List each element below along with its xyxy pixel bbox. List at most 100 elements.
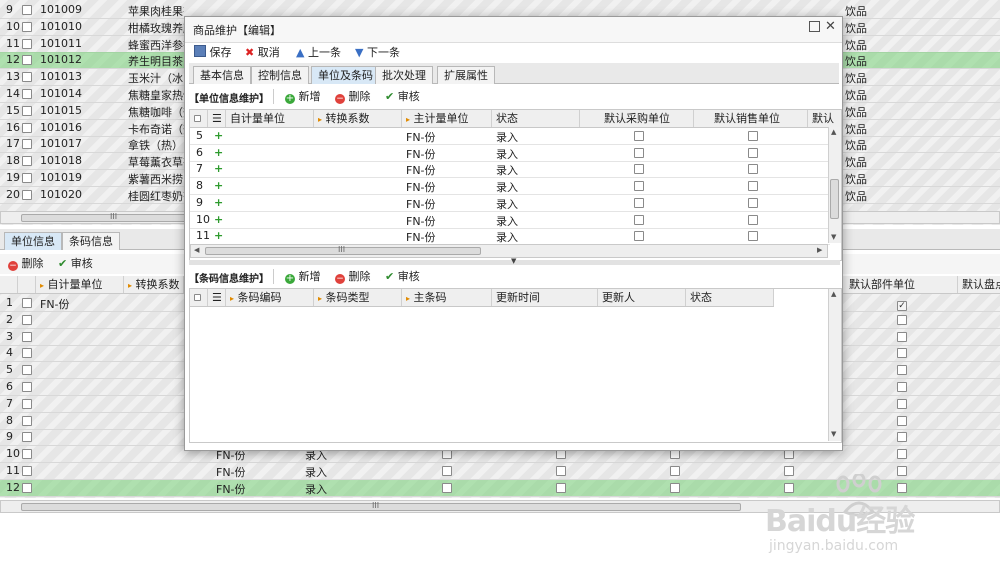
checkbox[interactable]	[897, 331, 907, 342]
unit-row[interactable]: 11 + FN-份 录入	[190, 228, 830, 246]
row-checkbox[interactable]	[22, 365, 32, 378]
barcode-delete-button[interactable]: − 删除	[335, 269, 371, 285]
row-checkbox[interactable]	[22, 398, 32, 412]
checkbox[interactable]	[22, 139, 32, 150]
unit-row[interactable]: 5 + FN-份 录入	[190, 128, 830, 145]
maximize-icon[interactable]	[809, 21, 820, 32]
cancel-button[interactable]: ✖ 取消	[245, 45, 280, 61]
header-checkbox[interactable]	[194, 115, 201, 122]
default-unit-checkbox[interactable]	[634, 214, 644, 228]
checkbox[interactable]	[442, 466, 452, 476]
checkbox[interactable]	[748, 131, 758, 141]
default-flag-checkbox[interactable]	[442, 482, 452, 496]
default-unit-checkbox[interactable]	[634, 197, 644, 211]
checkbox[interactable]	[748, 147, 758, 158]
default-flag-checkbox[interactable]	[556, 449, 566, 462]
default-part-unit-checkbox[interactable]	[897, 398, 907, 412]
header-checkbox[interactable]	[194, 294, 201, 301]
checkbox[interactable]	[897, 398, 907, 409]
row-checkbox[interactable]	[22, 415, 32, 429]
default-unit-checkbox[interactable]	[634, 181, 644, 194]
header-default-sales[interactable]: 默认销售单位	[694, 110, 808, 127]
next-record-button[interactable]: ▼ 下一条	[355, 45, 400, 61]
unit-grid-hscrollbar[interactable]: ◀ III ▶	[190, 244, 828, 258]
bottom-scroll-thumb[interactable]: III	[21, 501, 741, 511]
checkbox[interactable]	[897, 365, 907, 376]
default-flag-checkbox[interactable]	[670, 482, 680, 496]
header-default-part-unit[interactable]: 默认部件单位	[845, 276, 958, 293]
default-unit-checkbox[interactable]	[748, 131, 758, 144]
default-part-unit-checkbox[interactable]	[897, 382, 907, 395]
checkbox[interactable]	[784, 482, 794, 493]
checkbox[interactable]	[22, 331, 32, 342]
default-flag-checkbox[interactable]	[442, 466, 452, 479]
tab-unit-barcode[interactable]: 单位及条码	[311, 66, 380, 84]
checkbox[interactable]	[748, 181, 758, 192]
scroll-up-icon[interactable]: ▲	[831, 290, 836, 298]
background-scroll-thumb[interactable]: III	[21, 212, 211, 222]
unit-hscroll-thumb[interactable]: III	[205, 245, 481, 255]
header-default-inventory[interactable]: 默认盘点	[958, 276, 1000, 293]
checkbox[interactable]	[22, 415, 32, 426]
header-status[interactable]: 状态	[492, 110, 580, 127]
checkbox[interactable]	[897, 466, 907, 476]
unit-row[interactable]: 6 + FN-份 录入	[190, 145, 830, 162]
checkbox[interactable]	[22, 449, 32, 460]
checkbox[interactable]	[22, 89, 32, 99]
default-part-unit-checkbox[interactable]	[897, 466, 907, 479]
unit-row[interactable]: 9 + FN-份 录入	[190, 195, 830, 212]
row-checkbox[interactable]	[22, 89, 32, 102]
tab-unit-info[interactable]: 单位信息	[4, 232, 62, 250]
default-part-unit-checkbox[interactable]	[897, 298, 907, 311]
tab-batch-processing[interactable]: 批次处理	[375, 66, 433, 84]
checkbox[interactable]	[22, 38, 32, 49]
default-unit-checkbox[interactable]	[748, 164, 758, 177]
checkbox[interactable]	[22, 173, 32, 183]
section-splitter[interactable]: ▼	[189, 257, 840, 265]
checkbox[interactable]	[897, 314, 907, 325]
unit-delete-button[interactable]: − 删除	[335, 89, 371, 105]
default-unit-checkbox[interactable]	[748, 181, 758, 194]
header-updater[interactable]: 更新人	[598, 289, 686, 306]
header-barcode-type[interactable]: ▸ 条码类型	[314, 289, 402, 306]
unit-row[interactable]: 7 + FN-份 录入	[190, 161, 830, 179]
default-part-unit-checkbox[interactable]	[897, 432, 907, 445]
row-checkbox[interactable]	[22, 432, 32, 445]
checkbox[interactable]	[22, 55, 32, 66]
checkbox[interactable]	[556, 466, 566, 476]
row-checkbox[interactable]	[22, 38, 32, 52]
default-unit-checkbox[interactable]	[748, 197, 758, 211]
checkbox[interactable]	[748, 164, 758, 175]
checkbox[interactable]	[22, 122, 32, 133]
row-checkbox[interactable]	[22, 55, 32, 68]
default-unit-checkbox[interactable]	[748, 214, 758, 228]
checkbox[interactable]	[22, 156, 32, 167]
checkbox[interactable]	[22, 105, 32, 116]
checkbox[interactable]	[748, 231, 758, 242]
default-unit-checkbox[interactable]	[748, 231, 758, 244]
collapse-arrow-icon[interactable]: ▼	[511, 257, 516, 265]
header-default-more[interactable]: 默认	[808, 110, 838, 127]
checkbox[interactable]	[22, 365, 32, 376]
row-checkbox[interactable]	[22, 122, 32, 136]
checkbox[interactable]	[748, 214, 758, 225]
save-button[interactable]: 保存	[194, 45, 232, 61]
header-barcode-status[interactable]: 状态	[686, 289, 774, 306]
default-flag-checkbox[interactable]	[670, 449, 680, 462]
default-unit-checkbox[interactable]	[634, 131, 644, 144]
checkbox[interactable]	[897, 482, 907, 493]
header-update-time[interactable]: 更新时间	[492, 289, 598, 306]
row-checkbox[interactable]	[22, 189, 32, 203]
checkbox[interactable]	[670, 482, 680, 493]
close-icon[interactable]: ✕	[825, 19, 836, 34]
dialog-title-bar[interactable]: 商品维护【编辑】 ✕	[185, 17, 842, 43]
tab-basic-info[interactable]: 基本信息	[193, 66, 251, 84]
checkbox[interactable]	[634, 231, 644, 242]
barcode-grid-vscrollbar[interactable]: ▲ ▼	[828, 289, 841, 441]
checkbox[interactable]	[22, 189, 32, 200]
checkbox[interactable]	[442, 482, 452, 493]
tab-control-info[interactable]: 控制信息	[251, 66, 309, 84]
checkbox[interactable]	[634, 164, 644, 175]
default-part-unit-checkbox[interactable]	[897, 314, 907, 328]
scroll-up-icon[interactable]: ▲	[831, 128, 836, 136]
